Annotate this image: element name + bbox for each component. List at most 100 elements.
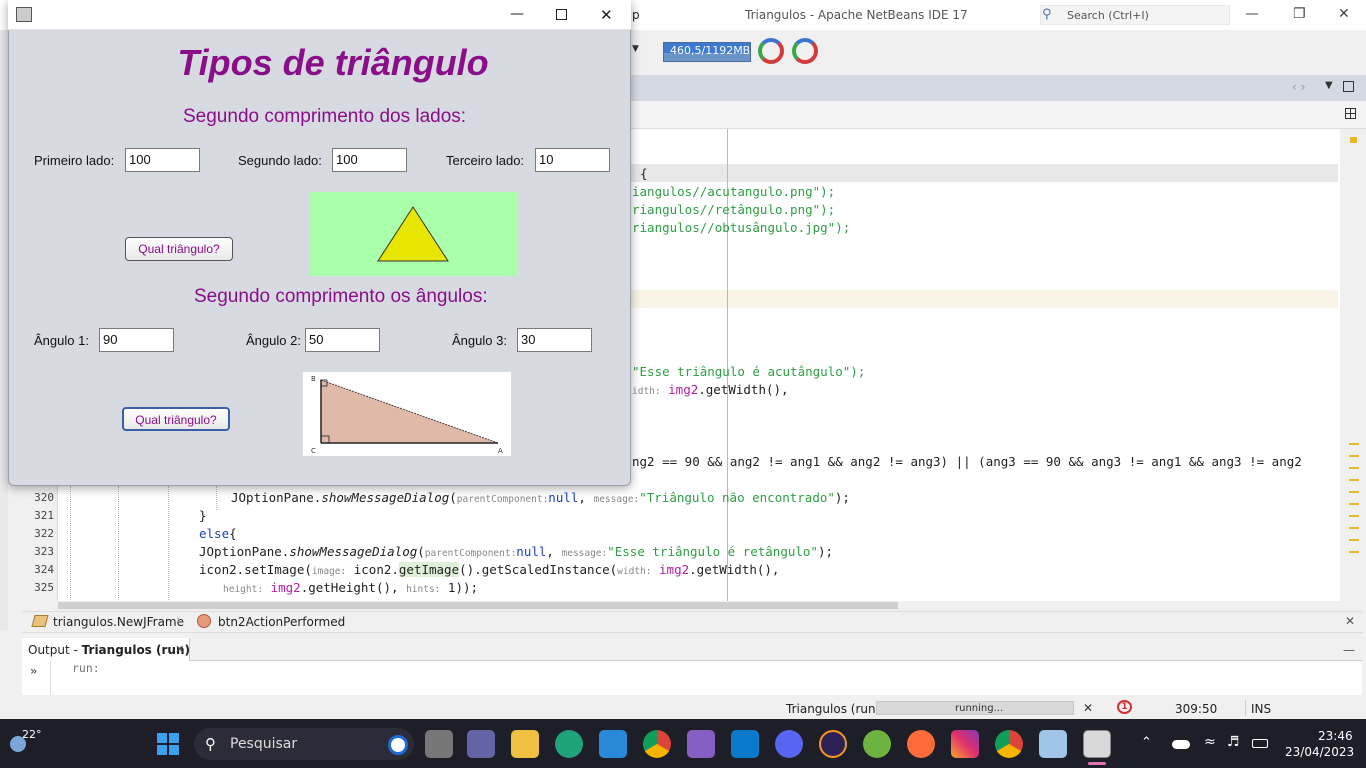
side2-label: Segundo lado: — [238, 153, 322, 168]
right-triangle-image: B C A — [303, 372, 511, 456]
angle1-input[interactable]: 90 — [99, 328, 174, 352]
profiler-snapshot-icon[interactable] — [792, 38, 818, 64]
chrome-profile-icon[interactable] — [995, 730, 1023, 758]
profiler-icon[interactable] — [758, 38, 784, 64]
dialog-close-button[interactable]: ✕ — [600, 6, 613, 24]
minimize-button[interactable]: — — [1245, 6, 1259, 22]
chevron-up-icon[interactable]: ⌃ — [1141, 735, 1152, 750]
angle3-input[interactable]: 30 — [517, 328, 592, 352]
horizontal-scrollbar-thumb[interactable] — [58, 602, 898, 609]
tab-list-icon[interactable]: ▼ — [1325, 80, 1333, 91]
side2-input[interactable]: 100 — [332, 148, 407, 172]
dialog-maximize-button[interactable] — [556, 9, 567, 20]
discord-icon[interactable] — [775, 730, 803, 758]
output-separator — [50, 661, 51, 695]
netbeans-icon[interactable] — [1039, 730, 1067, 758]
volume-icon[interactable]: ♬ — [1227, 734, 1240, 750]
status-project[interactable]: Triangulos (run) — [786, 702, 880, 716]
postman-icon[interactable] — [907, 730, 935, 758]
editor-tab-strip — [630, 75, 1366, 101]
code-line: JOptionPane.showMessageDialog(parentComp… — [199, 544, 834, 559]
edge-icon[interactable] — [555, 730, 583, 758]
indent-guide — [118, 486, 119, 600]
maximize-editor-icon[interactable] — [1343, 81, 1354, 92]
code-line: ng2 == 90 && ang2 != ang1 && ang2 != ang… — [632, 454, 1302, 469]
temperature[interactable]: 22° — [22, 728, 42, 741]
java-app-taskbar-icon[interactable] — [1083, 730, 1111, 758]
line-number: 320 — [34, 491, 54, 504]
file-explorer-icon[interactable] — [511, 730, 539, 758]
output-controls-icon[interactable]: » — [30, 664, 37, 678]
vscode-icon[interactable] — [731, 730, 759, 758]
side3-input[interactable]: 10 — [535, 148, 610, 172]
minimize-panel-icon[interactable]: — — [1343, 643, 1355, 657]
indent-guide — [216, 486, 217, 510]
search-icon: ⚲ — [205, 735, 216, 753]
active-app-indicator — [1088, 762, 1106, 765]
code-line: iangulos//acutangulo.png"); — [632, 184, 836, 199]
caret-position: 309:50 — [1175, 702, 1218, 716]
onedrive-icon[interactable] — [1172, 740, 1190, 749]
close-button[interactable]: ✕ — [1338, 6, 1350, 22]
side1-label: Primeiro lado: — [34, 153, 115, 168]
output-area[interactable] — [22, 661, 1362, 695]
dialog-heading: Tipos de triângulo — [177, 42, 489, 83]
insert-mode: INS — [1251, 702, 1272, 716]
angle2-label: Ângulo 2: — [246, 333, 301, 348]
error-stripe-mark — [1350, 137, 1357, 143]
line-number: 325 — [34, 581, 54, 594]
chevron-right-icon: › — [338, 613, 344, 628]
progress-label: running... — [955, 703, 1004, 714]
output-tabbar — [22, 637, 1362, 661]
clock-date[interactable]: 23/04/2023 — [1285, 745, 1354, 759]
breadcrumb-method[interactable]: btn2ActionPerformed — [218, 615, 345, 629]
visual-studio-icon[interactable] — [687, 730, 715, 758]
code-line: idth: img2.getWidth(), — [632, 382, 789, 397]
teams-icon[interactable] — [467, 730, 495, 758]
dialog-titlebar[interactable] — [8, 0, 631, 30]
line-number: 322 — [34, 527, 54, 540]
bing-icon[interactable] — [388, 735, 408, 755]
code-line: { — [640, 166, 648, 181]
tab-nav-icon[interactable]: ‹ › — [1292, 80, 1305, 94]
code-line: riangulos//obtusângulo.jpg"); — [632, 220, 851, 235]
line-number: 321 — [34, 509, 54, 522]
java-app-icon — [16, 7, 32, 22]
chrome-icon[interactable] — [643, 730, 671, 758]
start-button[interactable] — [157, 733, 179, 755]
triangle-icon — [377, 206, 449, 262]
breadcrumb-class[interactable]: triangulos.NewJFrame — [53, 615, 184, 629]
cancel-progress-icon[interactable]: ✕ — [1083, 701, 1093, 715]
instagram-icon[interactable] — [951, 730, 979, 758]
close-breadcrumb-icon[interactable]: ✕ — [1345, 614, 1355, 628]
check-angles-button[interactable]: Qual triângulo? — [122, 407, 230, 431]
status-bar — [0, 697, 1366, 719]
indent-guide — [70, 486, 71, 600]
code-line: "Esse triângulo é acutângulo"); — [632, 364, 866, 379]
check-sides-button[interactable]: Qual triângulo? — [125, 237, 233, 261]
split-icon[interactable] — [1345, 108, 1356, 119]
section-angles-heading: Segundo comprimento os ângulos: — [194, 286, 488, 307]
taskbar-search[interactable] — [194, 728, 414, 760]
eclipse-icon[interactable] — [819, 730, 847, 758]
memory-label: 460,5/1192MB — [670, 44, 751, 57]
spring-icon[interactable] — [863, 730, 891, 758]
restore-button[interactable]: ❐ — [1293, 6, 1306, 22]
clock-time[interactable]: 23:46 — [1318, 729, 1353, 743]
dialog-minimize-button[interactable]: — — [510, 6, 524, 22]
angle2-input[interactable]: 50 — [305, 328, 380, 352]
notification-icon[interactable]: 1 — [1117, 700, 1132, 714]
code-line: height: img2.getHeight(), hints: 1)); — [223, 580, 479, 595]
battery-icon[interactable] — [1252, 739, 1268, 748]
output-text: run: — [72, 661, 100, 675]
menu-fragment[interactable]: p — [632, 8, 640, 22]
angle1-label: Ângulo 1: — [34, 333, 89, 348]
method-icon — [197, 614, 211, 628]
side1-input[interactable]: 100 — [125, 148, 200, 172]
close-tab-icon[interactable]: ✕ — [175, 643, 184, 656]
wifi-icon[interactable]: ≈ — [1204, 734, 1216, 750]
store-icon[interactable] — [599, 730, 627, 758]
current-line-highlight — [630, 164, 1338, 182]
search-icon: ⚲ — [1042, 7, 1052, 22]
task-view-icon[interactable] — [425, 730, 453, 758]
